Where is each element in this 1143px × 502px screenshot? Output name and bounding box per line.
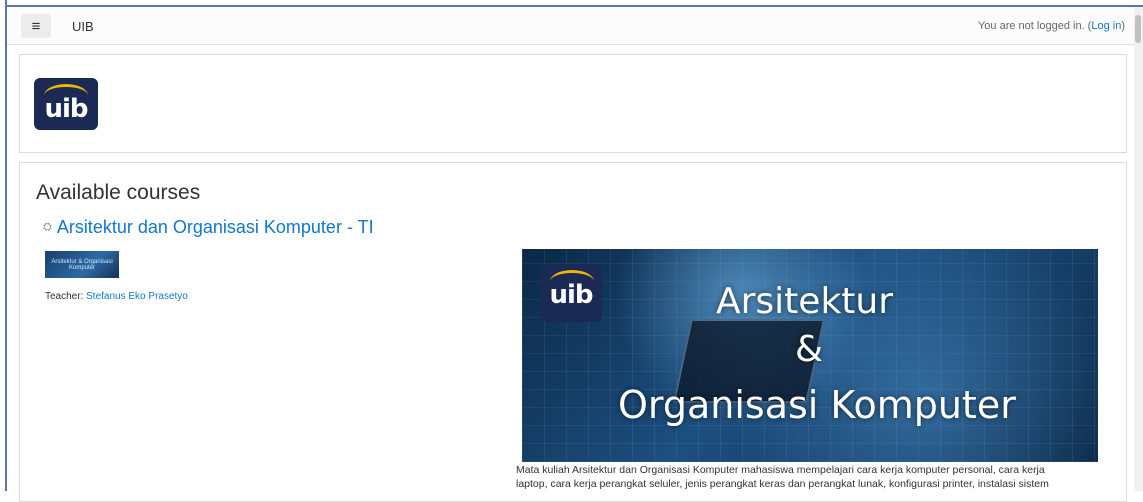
- course-icon: ⛭: [43, 221, 52, 233]
- site-brand[interactable]: UIB: [72, 19, 94, 34]
- course-banner-image: uib Arsitektur & Organisasi Komputer: [522, 249, 1098, 462]
- banner-title-line-3: Organisasi Komputer: [618, 383, 1016, 427]
- login-status-close: ): [1121, 20, 1125, 32]
- teacher-link[interactable]: Stefanus Eko Prasetyo: [86, 291, 188, 302]
- vertical-scrollbar[interactable]: [1134, 7, 1143, 491]
- hamburger-icon[interactable]: ≡: [21, 14, 51, 38]
- course-title-link[interactable]: ⛭ Arsitektur dan Organisasi Komputer - T…: [43, 217, 374, 238]
- course-name[interactable]: Arsitektur dan Organisasi Komputer - TI: [57, 217, 374, 238]
- course-summary: Mata kuliah Arsitektur dan Organisasi Ko…: [516, 464, 1049, 490]
- window-top-border: [0, 0, 1143, 7]
- top-navbar: ≡ UIB You are not logged in. (Log in): [7, 7, 1134, 45]
- course-teacher: Teacher: Stefanus Eko Prasetyo: [45, 291, 188, 302]
- thumbnail-caption: Arsitektur & Organisasi Komputer: [51, 258, 113, 271]
- login-link[interactable]: Log in: [1091, 20, 1121, 32]
- banner-uib-logo: uib: [540, 264, 602, 322]
- scrollbar-thumb[interactable]: [1135, 15, 1141, 43]
- logo-text: uib: [44, 94, 88, 124]
- login-info: You are not logged in. (Log in): [978, 20, 1125, 32]
- header-logo-card: uib: [19, 54, 1127, 153]
- login-status-text: You are not logged in. (: [977, 20, 1092, 32]
- course-thumbnail[interactable]: Arsitektur & Organisasi Komputer: [45, 251, 119, 278]
- uib-logo[interactable]: uib: [34, 78, 98, 130]
- banner-title-line-1: Arsitektur: [716, 281, 894, 322]
- section-title: Available courses: [36, 181, 201, 204]
- banner-title-line-2: &: [795, 329, 824, 370]
- window-left-border: [0, 0, 7, 491]
- teacher-label: Teacher:: [45, 291, 87, 302]
- banner-logo-text: uib: [549, 280, 593, 310]
- available-courses-card: Available courses ⛭ Arsitektur dan Organ…: [19, 162, 1127, 502]
